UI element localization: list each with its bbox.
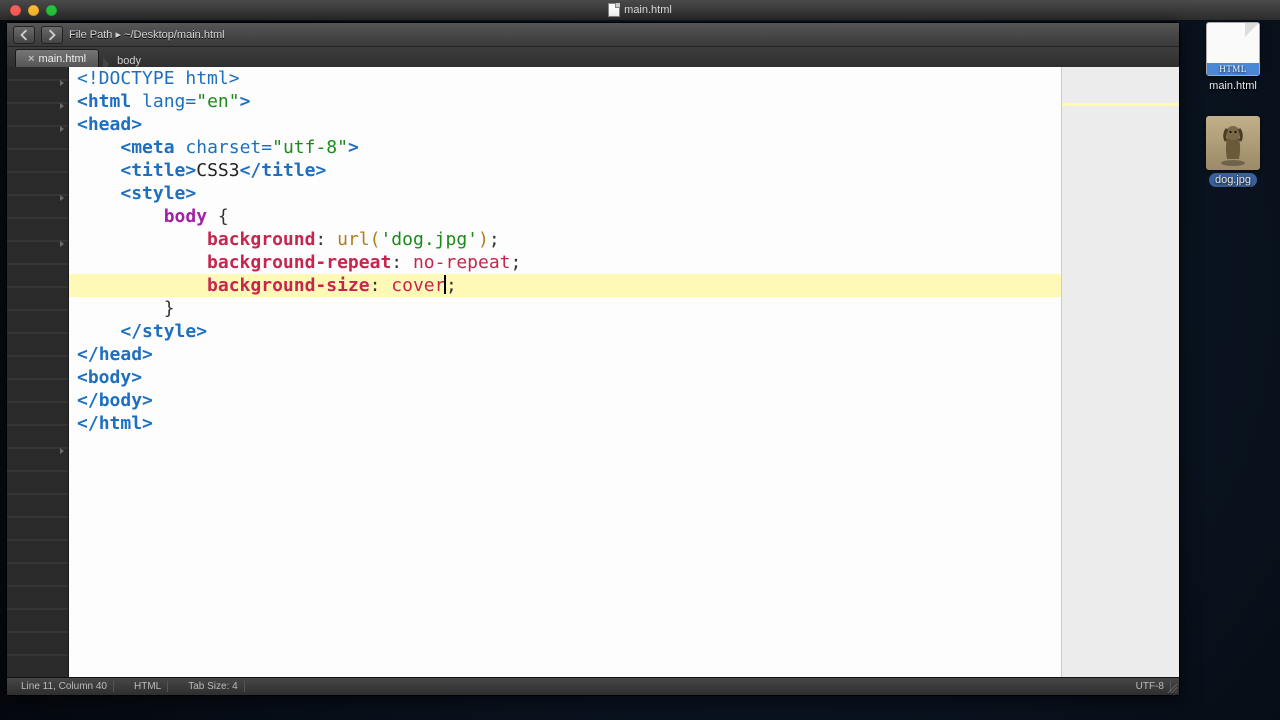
resize-grip-icon[interactable] — [1165, 681, 1177, 693]
nav-forward-button[interactable] — [41, 26, 63, 44]
breadcrumb-body[interactable]: body — [109, 55, 149, 67]
desktop-file-dog-jpg[interactable]: dog.jpg — [1196, 116, 1270, 186]
editor-toolbar: File Path ▸ ~/Desktop/main.html — [7, 23, 1179, 47]
window-title-text: main.html — [624, 4, 672, 16]
minimap[interactable] — [1061, 67, 1179, 677]
status-line-col[interactable]: Line 11, Column 40 — [15, 681, 114, 692]
html-file-icon: HTML — [1206, 22, 1260, 76]
editor-body: <!DOCTYPE html> <html lang="en"> <head> … — [7, 67, 1179, 677]
window-title: main.html — [0, 3, 1280, 17]
file-path-label: File Path ▸ ~/Desktop/main.html — [69, 28, 225, 41]
desktop-file-label: dog.jpg — [1209, 173, 1257, 187]
mac-titlebar: main.html — [0, 0, 1280, 20]
fold-gutter[interactable] — [7, 67, 69, 677]
tab-close-icon[interactable]: × — [28, 53, 34, 65]
status-tabsize[interactable]: Tab Size: 4 — [182, 681, 244, 692]
nav-back-button[interactable] — [13, 26, 35, 44]
desktop-file-main-html[interactable]: HTML main.html — [1196, 22, 1270, 92]
tab-label: main.html — [38, 53, 86, 65]
editor-window: File Path ▸ ~/Desktop/main.html × main.h… — [6, 22, 1180, 696]
document-icon — [608, 3, 620, 17]
tab-main-html[interactable]: × main.html — [15, 49, 99, 67]
code-editor[interactable]: <!DOCTYPE html> <html lang="en"> <head> … — [69, 67, 1061, 677]
image-file-icon — [1206, 116, 1260, 170]
tab-strip: × main.html body — [7, 47, 1179, 67]
minimap-highlight — [1062, 103, 1179, 106]
desktop-file-label: main.html — [1209, 80, 1257, 92]
status-bar: Line 11, Column 40 HTML Tab Size: 4 UTF-… — [7, 677, 1179, 695]
status-syntax[interactable]: HTML — [128, 681, 168, 692]
